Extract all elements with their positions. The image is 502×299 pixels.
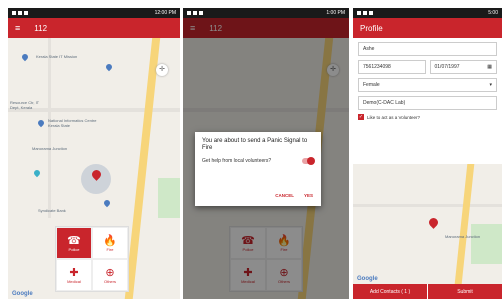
menu-icon[interactable]: ≡ — [15, 23, 20, 33]
fire-icon: 🔥 — [103, 234, 117, 247]
map-label: Manorama Junction — [445, 234, 481, 239]
ambulance-icon: ✚ — [69, 266, 79, 279]
home-screen: 12:00 PM ≡ 112 Kerala State IT Mission R… — [8, 8, 180, 299]
chevron-down-icon: ▾ — [489, 82, 492, 88]
app-bar: Profile — [353, 18, 502, 38]
cancel-button[interactable]: CANCEL — [275, 193, 294, 198]
police-button[interactable]: ☎ Police — [56, 227, 92, 259]
calendar-icon[interactable]: ▦ — [487, 64, 492, 70]
map-label: Syndicate Bank — [38, 208, 66, 213]
page-title: Profile — [360, 23, 383, 33]
phone-field[interactable]: 7561234098 — [358, 60, 426, 74]
name-value: Ashe — [363, 46, 375, 52]
yes-button[interactable]: YES — [304, 193, 313, 198]
map-view[interactable]: Manorama Junction Google — [353, 164, 502, 284]
profile-form: Ashe 7561234098 01/07/1997 ▦ Female ▾ De… — [353, 38, 502, 124]
organization-value: Demo(C-DAC Lab) — [363, 100, 406, 106]
google-logo: Google — [357, 276, 378, 282]
status-time: 12:00 PM — [154, 10, 176, 16]
app-bar: ≡ 112 — [8, 18, 180, 38]
others-label: Others — [103, 278, 116, 284]
phone-icon: ☎ — [67, 234, 81, 247]
status-bar: 1:00 PM — [183, 8, 349, 18]
map-label: National Informatics Centre Kerala State — [48, 118, 97, 128]
status-time: 1:00 PM — [326, 10, 345, 16]
volunteer-toggle[interactable] — [302, 157, 315, 165]
profile-screen: 5:00 Profile Ashe 7561234098 01/07/1997 … — [353, 8, 502, 299]
bottom-actions: Add Contacts ( 1 ) Submit — [353, 284, 502, 299]
fire-button[interactable]: 🔥 Fire — [92, 227, 128, 259]
police-label: Police — [68, 246, 80, 252]
compass-icon[interactable]: ✛ — [156, 64, 168, 76]
volunteer-checkbox[interactable]: ✓ — [358, 114, 364, 120]
name-field[interactable]: Ashe — [358, 42, 497, 56]
dob-value: 01/07/1997 — [434, 64, 460, 70]
status-bar: 12:00 PM — [8, 8, 180, 18]
dialog-title: You are about to send a Panic Signal to … — [202, 138, 308, 151]
app-title: 112 — [34, 23, 48, 33]
submit-button[interactable]: Submit — [428, 284, 502, 299]
fire-label: Fire — [106, 246, 114, 252]
google-logo: Google — [12, 291, 33, 297]
medical-button[interactable]: ✚ Medical — [56, 259, 92, 291]
phone-value: 7561234098 — [363, 64, 391, 70]
organization-field[interactable]: Demo(C-DAC Lab) — [358, 96, 497, 110]
add-contacts-button[interactable]: Add Contacts ( 1 ) — [353, 284, 427, 299]
map-label: Kerala State IT Mission — [36, 54, 78, 59]
others-button[interactable]: ⊕ Others — [92, 259, 128, 291]
gender-select[interactable]: Female ▾ — [358, 78, 497, 92]
map-label: Resource Ctr, IT Dept, Kerala — [10, 100, 40, 110]
lifebuoy-icon: ⊕ — [105, 266, 115, 279]
location-pin-icon — [427, 216, 440, 229]
map-label: Manorama Junction — [32, 146, 68, 151]
panic-screen: 1:00 PM ≡ 112 ✛ ☎ Police 🔥 Fire ✚ Medica… — [183, 8, 349, 299]
dob-field[interactable]: 01/07/1997 ▦ — [429, 60, 497, 74]
status-bar: 5:00 — [353, 8, 502, 18]
medical-label: Medical — [67, 278, 81, 284]
panic-dialog: You are about to send a Panic Signal to … — [195, 132, 321, 206]
gender-value: Female — [363, 82, 380, 88]
volunteer-label: Like to act as a Volunteer? — [367, 114, 421, 120]
status-time: 5:00 — [488, 10, 498, 16]
volunteer-question: Get help from local volunteers? — [202, 158, 272, 164]
emergency-services-panel: ☎ Police 🔥 Fire ✚ Medical ⊕ Others — [55, 226, 129, 292]
